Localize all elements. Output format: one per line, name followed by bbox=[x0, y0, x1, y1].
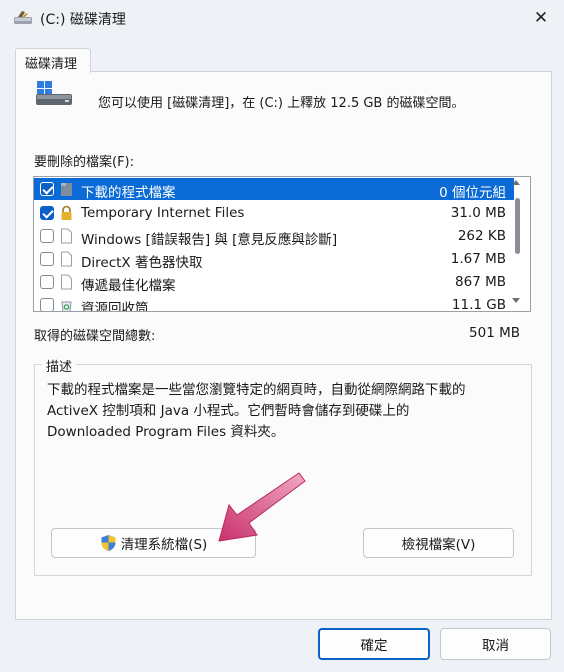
disk-cleanup-icon bbox=[14, 11, 32, 24]
files-to-delete-label: 要刪除的檔案(F): bbox=[34, 155, 135, 170]
item-size: 1.67 MB bbox=[450, 251, 506, 267]
description-line: Downloaded Program Files 資料夾。 bbox=[47, 424, 285, 440]
checkbox[interactable] bbox=[40, 275, 54, 289]
close-icon: ✕ bbox=[533, 8, 549, 28]
vertical-scrollbar[interactable] bbox=[515, 198, 520, 254]
list-item[interactable]: 資源回收筒 11.1 GB bbox=[34, 294, 514, 312]
list-item[interactable]: 傳遞最佳化檔案 867 MB bbox=[34, 271, 514, 294]
checkbox[interactable] bbox=[40, 182, 54, 196]
list-item[interactable]: Temporary Internet Files 31.0 MB bbox=[34, 202, 514, 224]
list-item[interactable]: 下載的程式檔案 0 個位元組 bbox=[34, 178, 514, 201]
description-line: 下載的程式檔案是一些當您瀏覽特定的網頁時，自動從網際網路下載的 bbox=[47, 382, 466, 398]
files-list[interactable]: 下載的程式檔案 0 個位元組 Temporary Internet Files … bbox=[33, 176, 531, 312]
clean-system-files-label: 清理系統檔(S) bbox=[120, 537, 208, 553]
file-icon bbox=[61, 251, 72, 267]
scroll-up-arrow[interactable] bbox=[512, 180, 520, 185]
list-item[interactable]: Windows [錯誤報告] 與 [意見反應與診斷] 262 KB bbox=[34, 225, 514, 248]
window-title: (C:) 磁碟清理 bbox=[40, 12, 126, 28]
checkbox[interactable] bbox=[40, 229, 54, 243]
list-item[interactable]: DirectX 著色器快取 1.67 MB bbox=[34, 248, 514, 271]
total-space-value: 501 MB bbox=[469, 325, 520, 341]
lock-icon bbox=[61, 205, 72, 220]
tab-label: 磁碟清理 bbox=[25, 57, 78, 72]
tab-disk-cleanup[interactable]: 磁碟清理 bbox=[15, 48, 91, 73]
drive-icon bbox=[36, 81, 72, 105]
cancel-label: 取消 bbox=[482, 638, 509, 654]
checkbox[interactable] bbox=[40, 298, 54, 311]
item-name: 下載的程式檔案 bbox=[81, 185, 176, 201]
item-name: DirectX 著色器快取 bbox=[81, 255, 203, 271]
intro-text: 您可以使用 [磁碟清理]，在 (C:) 上釋放 12.5 GB 的磁碟空間。 bbox=[98, 96, 465, 111]
item-size: 262 KB bbox=[457, 228, 506, 244]
folder-icon bbox=[61, 183, 72, 196]
ok-label: 確定 bbox=[360, 638, 388, 654]
item-size: 31.0 MB bbox=[450, 205, 506, 221]
description-text: 下載的程式檔案是一些當您瀏覽特定的網頁時，自動從網際網路下載的 ActiveX … bbox=[47, 380, 525, 443]
highlight-arrow-icon bbox=[218, 472, 306, 542]
checkbox[interactable] bbox=[40, 252, 54, 266]
checkbox[interactable] bbox=[40, 206, 54, 220]
close-button[interactable]: ✕ bbox=[526, 4, 556, 32]
item-name: 資源回收筒 bbox=[81, 301, 149, 312]
scroll-down-arrow[interactable] bbox=[512, 298, 520, 303]
file-icon bbox=[61, 228, 72, 244]
total-space-label: 取得的磁碟空間總數: bbox=[34, 329, 156, 344]
item-size: 11.1 GB bbox=[451, 297, 506, 312]
view-files-label: 檢視檔案(V) bbox=[401, 537, 476, 553]
item-name: Temporary Internet Files bbox=[81, 205, 245, 221]
item-size: 867 MB bbox=[455, 274, 506, 290]
description-line: ActiveX 控制項和 Java 小程式。它們暫時會儲存到硬碟上的 bbox=[47, 403, 410, 419]
recycle-bin-icon bbox=[61, 301, 72, 311]
uac-shield-icon bbox=[101, 535, 116, 551]
file-icon bbox=[61, 274, 72, 290]
item-size: 0 個位元組 bbox=[439, 185, 506, 201]
cancel-button[interactable]: 取消 bbox=[440, 628, 551, 660]
description-legend: 描述 bbox=[42, 356, 77, 375]
view-files-button[interactable]: 檢視檔案(V) bbox=[363, 528, 514, 558]
item-name: Windows [錯誤報告] 與 [意見反應與診斷] bbox=[81, 232, 338, 248]
ok-button[interactable]: 確定 bbox=[318, 628, 430, 660]
item-name: 傳遞最佳化檔案 bbox=[81, 278, 176, 294]
